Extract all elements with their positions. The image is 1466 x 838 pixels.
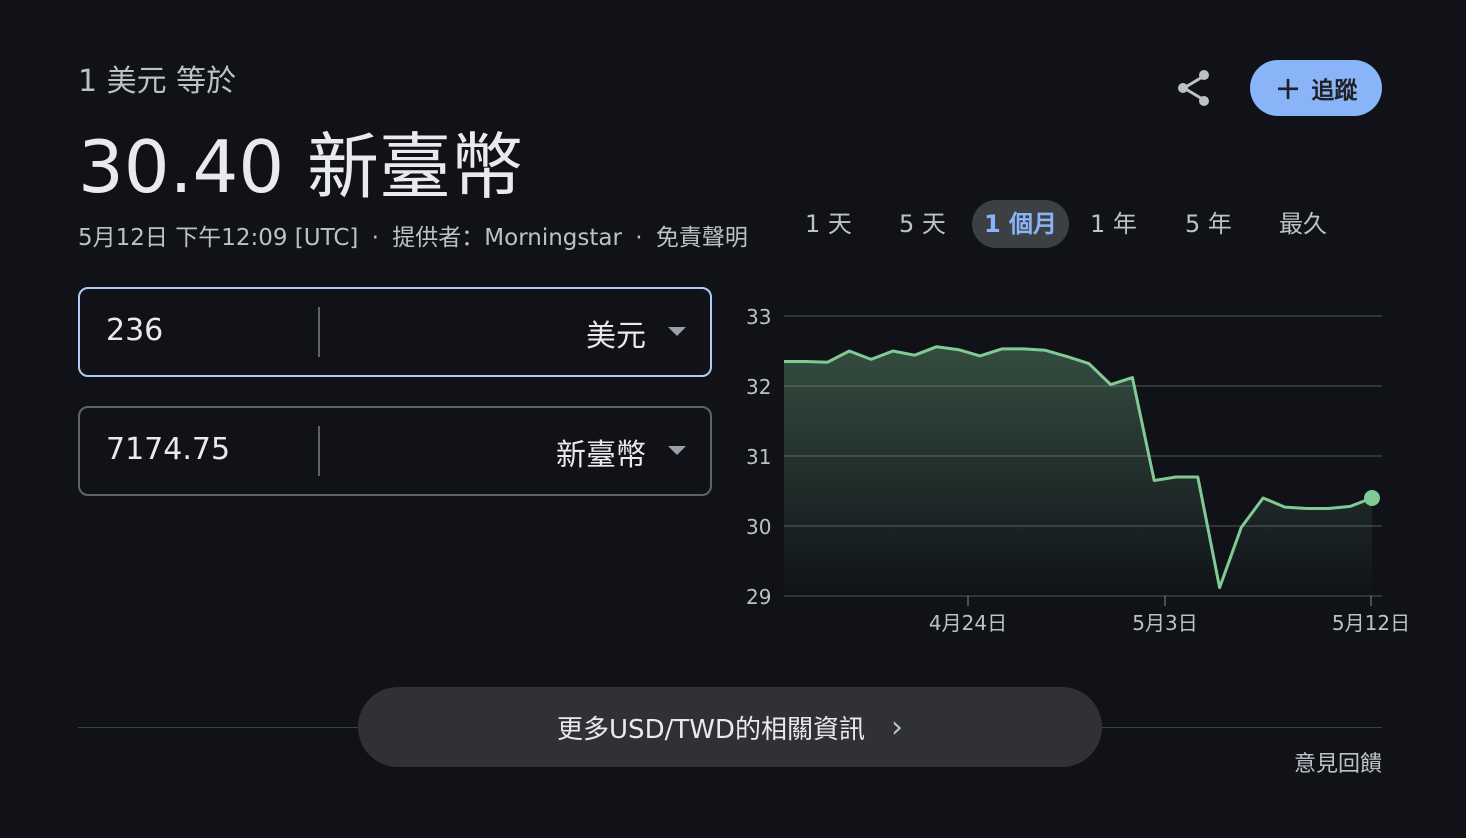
y-tick-label: 30	[746, 515, 771, 539]
disclaimer-link[interactable]: 免責聲明	[656, 225, 748, 251]
caret-down-icon[interactable]	[668, 446, 686, 455]
tab-1-year[interactable]: 1 年	[1078, 200, 1149, 248]
rate-metadata: 5月12日 下午12:09 [UTC] · 提供者：Morningstar · …	[78, 218, 748, 252]
y-tick-label: 33	[746, 305, 771, 329]
tab-5-day[interactable]: 5 天	[887, 200, 958, 248]
tab-max[interactable]: 最久	[1267, 200, 1339, 248]
latest-point-marker	[1364, 490, 1380, 506]
chart-area	[784, 346, 1372, 596]
separator: ·	[635, 225, 643, 251]
divider	[318, 307, 320, 357]
tab-5-year[interactable]: 5 年	[1173, 200, 1244, 248]
x-tick-label: 5月3日	[1132, 611, 1197, 635]
share-button[interactable]	[1170, 64, 1218, 112]
share-icon	[1178, 70, 1209, 106]
divider	[318, 426, 320, 476]
provider-label: 提供者：Morningstar	[392, 225, 622, 251]
to-currency-row: 7174.75 新臺幣	[78, 406, 712, 496]
tab-1-month[interactable]: 1 個月	[972, 200, 1070, 248]
chevron-right-icon: ›	[890, 709, 903, 745]
x-tick-label: 5月12日	[1332, 611, 1410, 635]
timestamp: 5月12日 下午12:09 [UTC]	[78, 225, 359, 251]
from-amount-input[interactable]: 236	[106, 313, 163, 348]
feedback-link[interactable]: 意見回饋	[1294, 746, 1382, 778]
from-currency-select[interactable]: 美元	[586, 311, 646, 355]
exchange-rate-headline: 30.40 新臺幣	[78, 125, 524, 209]
follow-label: 追蹤	[1311, 78, 1358, 104]
x-tick-label: 4月24日	[929, 611, 1007, 635]
more-info-label: 更多USD/TWD的相關資訊	[557, 714, 865, 745]
caret-down-icon[interactable]	[668, 327, 686, 336]
to-currency-select[interactable]: 新臺幣	[556, 430, 646, 474]
follow-button[interactable]: + 追蹤	[1250, 60, 1382, 116]
y-tick-label: 32	[746, 375, 771, 399]
separator: ·	[371, 225, 379, 251]
y-tick-label: 31	[746, 445, 771, 469]
conversion-subtitle: 1 美元 等於	[78, 64, 237, 99]
more-info-button[interactable]: 更多USD/TWD的相關資訊 ›	[358, 687, 1102, 767]
exchange-rate-chart[interactable]: 33 32 31 30 29 4月24日 5月3日 5月12日	[740, 296, 1420, 646]
plus-icon: +	[1274, 69, 1302, 107]
tab-1-day[interactable]: 1 天	[793, 200, 864, 248]
from-currency-row: 236 美元	[78, 287, 712, 377]
y-tick-label: 29	[746, 585, 771, 609]
to-amount-input[interactable]: 7174.75	[106, 432, 230, 467]
